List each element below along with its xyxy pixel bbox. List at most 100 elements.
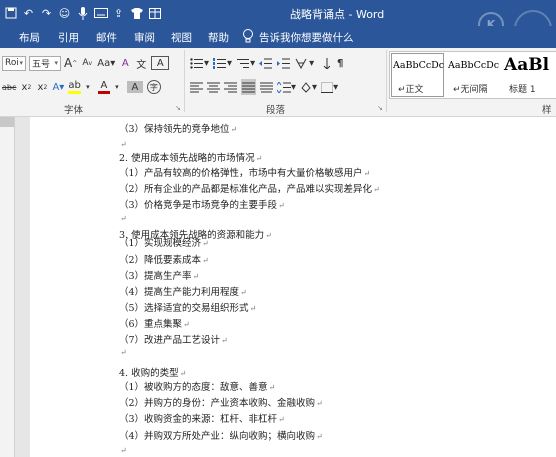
- paragraph-mark: ↵: [255, 154, 263, 163]
- divider: [386, 50, 387, 112]
- style-heading-1[interactable]: AaBl 标题 1: [501, 52, 556, 98]
- style-sample: AaBbCcDc: [393, 60, 445, 71]
- paragraph-dialog-launcher-icon[interactable]: ↘: [377, 104, 383, 112]
- tell-me-search[interactable]: 告诉我你想要做什么: [259, 30, 354, 45]
- chinese-layout-icon[interactable]: ▾: [295, 55, 314, 71]
- paragraph-mark: ↵: [120, 140, 127, 149]
- paragraph-text: （1）实现规模经济: [119, 238, 202, 249]
- show-hide-marks-icon[interactable]: ¶: [334, 55, 346, 71]
- tab-view[interactable]: 视图: [171, 30, 192, 45]
- paragraph-mark: ↵: [183, 320, 190, 329]
- paragraph-text: （6）重点集聚: [119, 319, 183, 330]
- tab-references[interactable]: 引用: [58, 30, 79, 45]
- shading-icon[interactable]: ▾: [300, 79, 317, 95]
- font-row-1: Roi ▾ 五号 ▾ A ^ Av Aa ▾ A 文 A: [2, 53, 173, 73]
- document-paragraph: 4. 收购的类型↵: [119, 365, 186, 379]
- distributed-icon[interactable]: [260, 79, 273, 95]
- tab-layout[interactable]: 布局: [19, 30, 40, 45]
- document-paragraph: （1）被收购方的态度：敌意、善意↵: [119, 379, 275, 393]
- superscript-button[interactable]: x2: [36, 79, 48, 95]
- document-paragraph: （5）选择适宜的交易组织形式↵: [119, 300, 256, 314]
- window-title: 战略背诵点 - Word: [290, 8, 385, 21]
- character-shading-button[interactable]: A: [126, 81, 143, 93]
- numbering-icon[interactable]: ▾: [213, 55, 232, 71]
- redo-icon[interactable]: ↷: [39, 6, 54, 21]
- text-effects-button[interactable]: A ▾: [52, 79, 64, 95]
- grow-font-button[interactable]: A ^: [64, 55, 77, 71]
- align-right-icon[interactable]: [224, 79, 237, 95]
- bullets-icon[interactable]: ▾: [190, 55, 209, 71]
- decrease-indent-icon[interactable]: [259, 55, 273, 71]
- character-border-button[interactable]: A: [151, 56, 170, 70]
- align-center-icon[interactable]: [207, 79, 220, 95]
- shirt-icon[interactable]: [129, 6, 144, 21]
- document-paragraph: （6）重点集聚↵: [119, 316, 190, 330]
- font-name-combo[interactable]: Roi ▾: [2, 55, 26, 71]
- tab-help[interactable]: 帮助: [208, 30, 229, 45]
- tab-review[interactable]: 审阅: [134, 30, 155, 45]
- microphone-icon[interactable]: [75, 6, 90, 21]
- strikethrough-button[interactable]: abc: [2, 79, 16, 95]
- document-page[interactable]: （3）保持领先的竞争地位↵ ↵ 2. 使用成本领先战略的市场情况↵ （1）产品有较高的…: [30, 117, 556, 457]
- paragraph-text: （2）降低要素成本: [119, 255, 202, 266]
- style-name: ↵正文: [398, 85, 424, 95]
- document-paragraph: （2）降低要素成本↵: [119, 252, 209, 266]
- align-left-icon[interactable]: [190, 79, 203, 95]
- paragraph-text: （7）改进产品工艺设计: [119, 335, 221, 346]
- document-paragraph: （4）提高生产能力利用程度↵: [119, 284, 247, 298]
- keyboard-icon[interactable]: [93, 6, 108, 21]
- phonetic-guide-button[interactable]: 文: [135, 55, 147, 71]
- table-icon[interactable]: [147, 6, 162, 21]
- borders-icon[interactable]: ▾: [321, 79, 338, 95]
- style-normal[interactable]: AaBbCcDc ↵正文: [390, 52, 445, 98]
- font-color-dropdown-icon[interactable]: ▾: [111, 79, 123, 95]
- document-paragraph: （1）实现规模经济↵: [119, 235, 209, 249]
- highlight-dropdown-icon[interactable]: ▾: [82, 79, 94, 95]
- undo-icon[interactable]: ↶: [21, 6, 36, 21]
- justify-icon[interactable]: [241, 79, 256, 95]
- multilevel-list-icon[interactable]: ▾: [236, 55, 255, 71]
- style-name: ↵无间隔: [453, 85, 488, 95]
- paragraph-mark: ↵: [120, 214, 127, 223]
- document-paragraph: （7）改进产品工艺设计↵: [119, 332, 228, 346]
- font-dialog-launcher-icon[interactable]: ↘: [175, 104, 181, 112]
- tab-mailings[interactable]: 邮件: [96, 30, 117, 45]
- change-case-button[interactable]: Aa ▾: [97, 55, 115, 71]
- title-bar: ↶ ↷ ☺ ⇪ 战略背诵点 - Word K: [0, 0, 556, 48]
- paragraph-mark: ↵: [120, 446, 127, 455]
- empty-paragraph: ↵: [119, 445, 127, 456]
- paragraph-text: 2. 使用成本领先战略的市场情况: [119, 153, 255, 164]
- paragraph-row-2: ▾ ▾ ▾: [190, 77, 342, 97]
- empty-paragraph: ↵: [119, 213, 127, 224]
- document-paragraph: （3）收购资金的来源：杠杆、非杠杆↵: [119, 411, 285, 425]
- paragraph-mark: ↵: [249, 304, 257, 313]
- paragraph-text: （1）产品有较高的价格弹性，市场中有大量价格敏感用户: [119, 168, 363, 179]
- increase-indent-icon[interactable]: [277, 55, 291, 71]
- save-icon[interactable]: [3, 6, 18, 21]
- subscript-button[interactable]: x2: [20, 79, 32, 95]
- paragraph-mark: ↵: [221, 336, 228, 345]
- shrink-font-button[interactable]: Av: [81, 55, 93, 71]
- font-color-button[interactable]: A: [97, 80, 110, 94]
- sort-icon[interactable]: [318, 55, 331, 71]
- share-icon[interactable]: ⇪: [111, 6, 126, 21]
- paragraph-text: （4）提高生产能力利用程度: [119, 287, 240, 298]
- paragraph-mark: ↵: [265, 231, 272, 240]
- paragraph-text: （3）收购资金的来源：杠杆、非杠杆: [119, 414, 278, 425]
- smiley-icon[interactable]: ☺: [57, 6, 72, 21]
- document-paragraph: （4）并购双方所处产业：纵向收购；横向收购↵: [119, 428, 323, 442]
- highlight-color-button[interactable]: ab: [68, 80, 81, 94]
- paragraph-mark: ↵: [120, 348, 127, 357]
- line-spacing-icon[interactable]: ▾: [277, 79, 296, 95]
- paragraph-text: （2）所有企业的产品都是标准化产品，产品难以实现差异化: [119, 184, 373, 195]
- style-no-spacing[interactable]: AaBbCcDc ↵无间隔: [445, 52, 501, 98]
- document-paragraph: （3）提高生产率↵: [119, 268, 199, 282]
- document-paragraph: （1）产品有较高的价格弹性，市场中有大量价格敏感用户↵: [119, 165, 370, 179]
- clear-format-button[interactable]: A: [119, 55, 131, 71]
- enclose-characters-button[interactable]: 字: [146, 80, 161, 94]
- font-size-combo[interactable]: 五号 ▾: [29, 55, 61, 71]
- document-paragraph: （3）价格竞争是市场竞争的主要手段↵: [119, 197, 285, 211]
- paragraph-mark: ↵: [179, 369, 187, 378]
- style-sample: AaBbCcDc: [448, 60, 500, 71]
- paragraph-mark: ↵: [202, 256, 209, 265]
